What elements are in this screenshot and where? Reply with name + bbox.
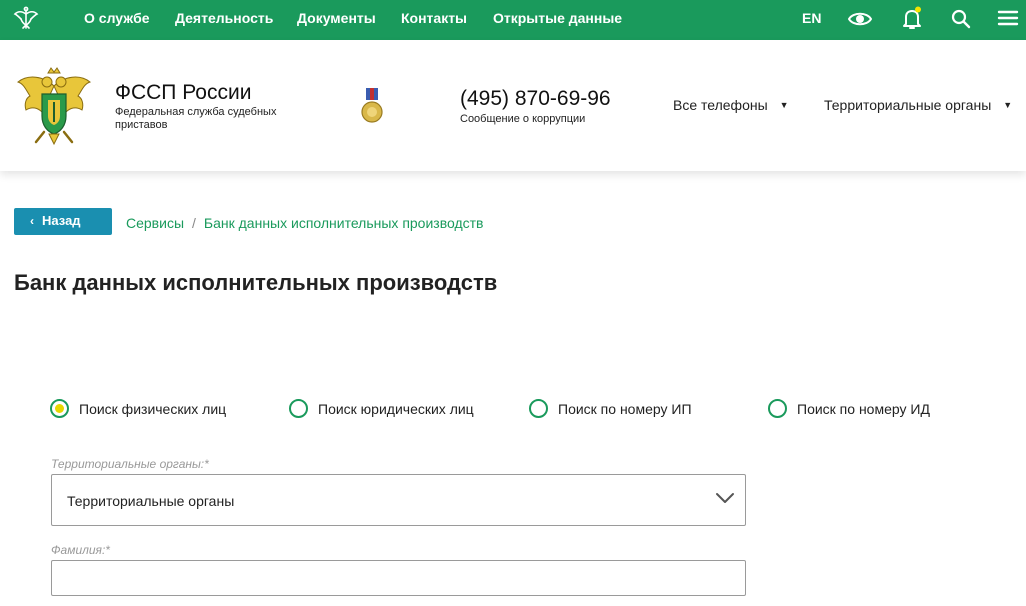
notification-dot	[915, 6, 921, 13]
eye-icon[interactable]	[848, 6, 872, 32]
nav-item-contacts[interactable]: Контакты	[401, 0, 467, 40]
site-header: ФССП России Федеральная служба судебных …	[0, 40, 1026, 171]
eagle-emblem-icon[interactable]	[12, 5, 40, 33]
region-field-label: Территориальные органы:*	[51, 457, 209, 471]
radio-label[interactable]: Поиск физических лиц	[79, 401, 226, 417]
all-phones-dropdown[interactable]: Все телефоны ▼	[673, 97, 789, 113]
search-icon[interactable]	[950, 6, 972, 32]
medal-icon	[361, 88, 383, 123]
regional-offices-dropdown[interactable]: Территориальные органы ▼	[824, 97, 1012, 113]
chevron-down-icon	[716, 493, 734, 503]
radio-label[interactable]: Поиск по номеру ИД	[797, 401, 930, 417]
caret-down-icon: ▼	[1003, 100, 1013, 110]
radio-circle[interactable]	[529, 399, 548, 418]
top-nav-bar: О службе Деятельность Документы Контакты…	[0, 0, 1026, 40]
radio-label[interactable]: Поиск по номеру ИП	[558, 401, 692, 417]
caret-down-icon: ▼	[779, 100, 789, 110]
surname-input[interactable]	[51, 560, 746, 596]
radio-selected-dot	[55, 404, 64, 413]
region-select[interactable]: Территориальные органы	[51, 474, 746, 526]
phone-caption: Сообщение о коррупции	[460, 113, 586, 125]
breadcrumb-services[interactable]: Сервисы	[126, 215, 184, 231]
nav-item-open-data[interactable]: Открытые данные	[493, 0, 622, 40]
language-switch[interactable]: EN	[802, 0, 821, 40]
radio-circle[interactable]	[50, 399, 69, 418]
breadcrumb-separator: /	[192, 215, 196, 231]
hotline-phone[interactable]: (495) 870-69-96	[460, 87, 611, 111]
fssp-logo[interactable]	[16, 66, 92, 146]
radio-label[interactable]: Поиск юридических лиц	[318, 401, 474, 417]
all-phones-label: Все телефоны	[673, 97, 768, 113]
back-button-label: Назад	[42, 213, 81, 228]
nav-item-documents[interactable]: Документы	[297, 0, 376, 40]
regional-offices-label: Территориальные органы	[824, 97, 992, 113]
back-button[interactable]: ‹ Назад	[14, 208, 112, 235]
region-select-value: Территориальные органы	[67, 493, 235, 509]
nav-item-activity[interactable]: Деятельность	[175, 0, 273, 40]
nav-item-about[interactable]: О службе	[84, 0, 150, 40]
menu-icon[interactable]	[997, 6, 1019, 32]
org-subtitle: Федеральная служба судебных приставов	[115, 106, 277, 131]
surname-field-label: Фамилия:*	[51, 543, 110, 557]
org-name[interactable]: ФССП России	[115, 81, 251, 105]
bell-icon[interactable]	[900, 6, 924, 32]
radio-circle[interactable]	[289, 399, 308, 418]
breadcrumb: Сервисы / Банк данных исполнительных произ…	[126, 215, 484, 231]
chevron-left-icon: ‹	[30, 214, 34, 228]
radio-circle[interactable]	[768, 399, 787, 418]
breadcrumb-current[interactable]: Банк данных исполнительных производств	[204, 215, 484, 231]
page-title: Банк данных исполнительных производств	[14, 270, 498, 295]
